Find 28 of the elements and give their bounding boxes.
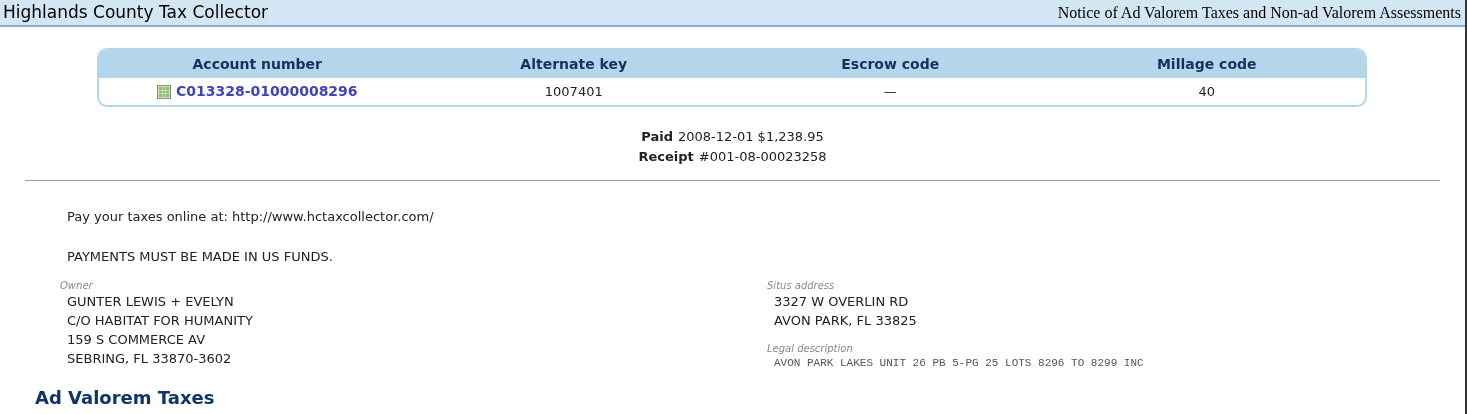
column-header: Escrow code	[840, 54, 941, 74]
payment-value: 2008-12-01 $1,238.95	[677, 128, 824, 146]
column-header: Account number	[191, 54, 323, 74]
owner-line: 159 S COMMERCE AV	[66, 331, 207, 349]
owner-line: SEBRING, FL 33870-3602	[66, 350, 233, 368]
field-label: Owner	[60, 280, 94, 292]
table-cell-text: —	[882, 82, 898, 101]
owner-line: C/O HABITAT FOR HUMANITY	[66, 312, 254, 330]
payment-label: Paid	[641, 128, 673, 146]
field-label: Situs address	[767, 280, 836, 292]
spreadsheet-icon	[156, 84, 171, 99]
owner-line: GUNTER LEWIS + EVELYN	[66, 293, 235, 311]
field-label: Legal description	[767, 343, 854, 355]
account-link[interactable]: C013328-01000008296	[175, 81, 358, 102]
payment-label: Receipt	[638, 148, 694, 166]
notice-text: PAYMENTS MUST BE MADE IN US FUNDS.	[67, 247, 334, 266]
situs-line: 3327 W OVERLIN RD	[773, 293, 910, 311]
notice-title: Notice of Ad Valorem Taxes and Non-ad Valorem Assessments	[1057, 2, 1461, 23]
payment-value: #001-08-00023258	[698, 148, 827, 166]
legal-description: AVON PARK LAKES UNIT 26 PB 5-PG 25 LOTS 8296 TO 8299 INC	[773, 356, 1145, 371]
notice-text: Pay your taxes online at: http://www.hctaxcollector.com/	[67, 208, 435, 226]
column-header: Millage code	[1155, 54, 1258, 74]
section-heading: Ad Valorem Taxes	[35, 387, 215, 408]
table-cell-text: 1007401	[543, 82, 604, 101]
column-header: Alternate key	[519, 54, 629, 74]
situs-line: AVON PARK, FL 33825	[773, 312, 918, 330]
site-title: Highlands County Tax Collector	[3, 0, 269, 24]
table-cell-text: 40	[1197, 82, 1216, 101]
